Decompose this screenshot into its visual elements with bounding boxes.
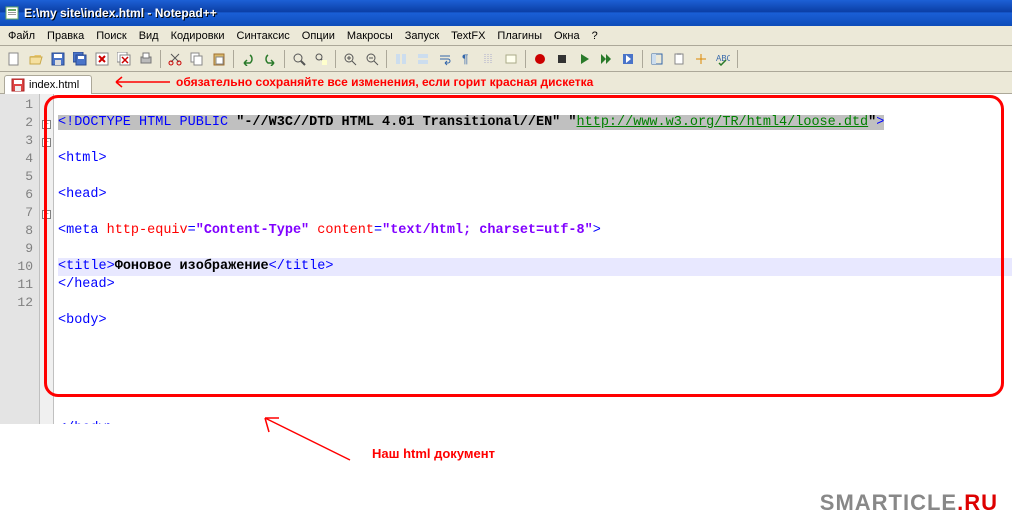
toolbar-separator: [335, 50, 336, 68]
toolbar-separator: [284, 50, 285, 68]
menu-macros[interactable]: Макросы: [341, 28, 399, 44]
undo-icon[interactable]: [238, 49, 258, 69]
stop-macro-icon[interactable]: [552, 49, 572, 69]
sync-vscroll-icon[interactable]: [391, 49, 411, 69]
menu-bar: Файл Правка Поиск Вид Кодировки Синтакси…: [0, 26, 1012, 46]
play-multi-icon[interactable]: [596, 49, 616, 69]
code-content[interactable]: <!DOCTYPE HTML PUBLIC "-//W3C//DTD HTML …: [54, 94, 1012, 424]
annotation-save-hint: обязательно сохраняйте все изменения, ес…: [110, 75, 593, 89]
close-icon[interactable]: [92, 49, 112, 69]
close-all-icon[interactable]: [114, 49, 134, 69]
user-lang-icon[interactable]: [501, 49, 521, 69]
fold-column[interactable]: − − │││ − ││││: [40, 94, 54, 424]
tab-label: index.html: [29, 79, 79, 91]
tab-bar: index.html обязательно сохраняйте все из…: [0, 72, 1012, 94]
window-title: E:\my site\index.html - Notepad++: [24, 6, 217, 20]
save-all-icon[interactable]: [70, 49, 90, 69]
wordwrap-icon[interactable]: [435, 49, 455, 69]
zoom-out-icon[interactable]: [362, 49, 382, 69]
menu-view[interactable]: Вид: [133, 28, 165, 44]
menu-plugins[interactable]: Плагины: [491, 28, 548, 44]
find-icon[interactable]: [289, 49, 309, 69]
editor-area[interactable]: 123 456 789 101112 − − │││ − ││││ <!DOCT…: [0, 94, 1012, 424]
indent-guide-icon[interactable]: [479, 49, 499, 69]
unsaved-file-icon: [11, 78, 25, 92]
watermark: SMARTICLE.RU: [820, 490, 998, 516]
title-bar: E:\my site\index.html - Notepad++: [0, 0, 1012, 26]
spellcheck-icon[interactable]: ABC: [713, 49, 733, 69]
save-icon[interactable]: [48, 49, 68, 69]
svg-text:¶: ¶: [462, 52, 468, 66]
redo-icon[interactable]: [260, 49, 280, 69]
menu-textfx[interactable]: TextFX: [445, 28, 491, 44]
toolbar-separator: [386, 50, 387, 68]
show-all-chars-icon[interactable]: ¶: [457, 49, 477, 69]
menu-options[interactable]: Опции: [296, 28, 341, 44]
zoom-in-icon[interactable]: [340, 49, 360, 69]
menu-file[interactable]: Файл: [2, 28, 41, 44]
fold-toggle-icon[interactable]: −: [42, 138, 51, 147]
menu-syntax[interactable]: Синтаксис: [231, 28, 296, 44]
arrow-left-icon: [110, 75, 170, 89]
svg-text:ABC: ABC: [716, 54, 730, 63]
fold-toggle-icon[interactable]: −: [42, 210, 51, 219]
menu-edit[interactable]: Правка: [41, 28, 90, 44]
paste-icon[interactable]: [209, 49, 229, 69]
save-macro-icon[interactable]: [618, 49, 638, 69]
toolbar-separator: [525, 50, 526, 68]
menu-search[interactable]: Поиск: [90, 28, 132, 44]
arrow-up-left-icon: [250, 410, 360, 465]
tab-index-html[interactable]: index.html: [4, 75, 92, 94]
toolbar: ¶ ABC: [0, 46, 1012, 72]
toolbar-separator: [642, 50, 643, 68]
toolbar-separator: [160, 50, 161, 68]
app-icon: [4, 5, 20, 21]
menu-encoding[interactable]: Кодировки: [165, 28, 231, 44]
fold-toggle-icon[interactable]: −: [42, 120, 51, 129]
line-gutter: 123 456 789 101112: [0, 94, 40, 424]
clipboard-icon[interactable]: [669, 49, 689, 69]
annotation-doc-hint: Наш html документ: [250, 410, 495, 465]
copy-icon[interactable]: [187, 49, 207, 69]
sync-hscroll-icon[interactable]: [413, 49, 433, 69]
replace-icon[interactable]: [311, 49, 331, 69]
menu-run[interactable]: Запуск: [399, 28, 445, 44]
print-icon[interactable]: [136, 49, 156, 69]
toolbar-separator: [737, 50, 738, 68]
toggle-panel-icon[interactable]: [647, 49, 667, 69]
play-macro-icon[interactable]: [574, 49, 594, 69]
menu-windows[interactable]: Окна: [548, 28, 586, 44]
record-macro-icon[interactable]: [530, 49, 550, 69]
cut-icon[interactable]: [165, 49, 185, 69]
toolbar-separator: [233, 50, 234, 68]
show-func-icon[interactable]: [691, 49, 711, 69]
new-file-icon[interactable]: [4, 49, 24, 69]
open-file-icon[interactable]: [26, 49, 46, 69]
menu-help[interactable]: ?: [586, 28, 604, 44]
